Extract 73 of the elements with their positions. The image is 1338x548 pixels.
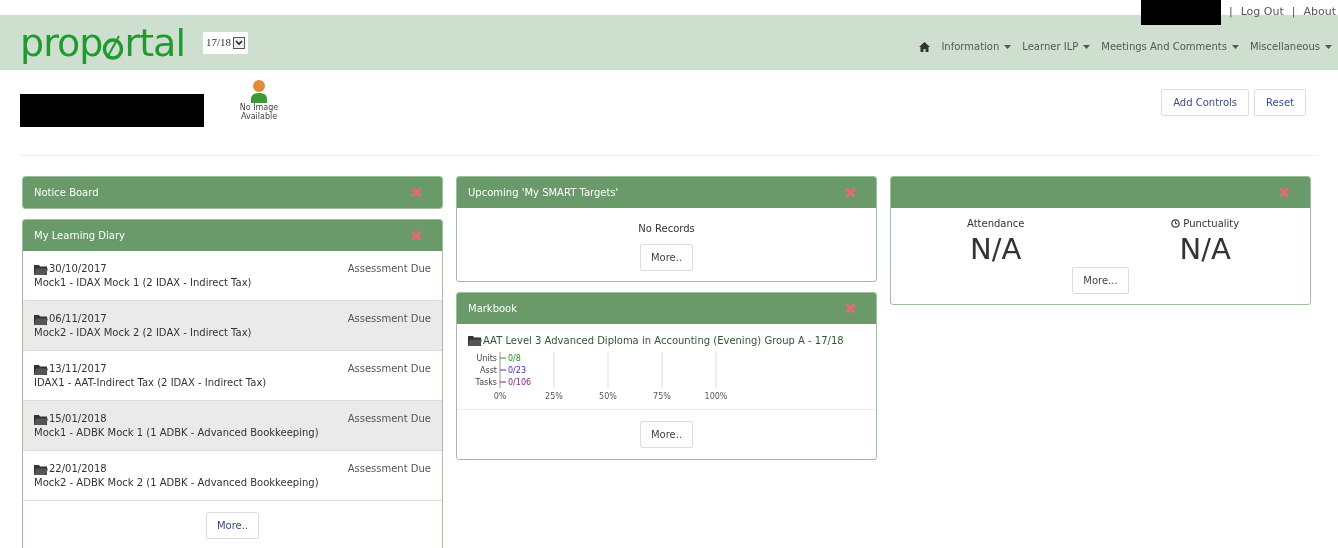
- home-icon[interactable]: [919, 41, 931, 52]
- entry-description: Mock1 - ADBK Mock 1 (1 ADBK - Advanced Bookkeeping): [34, 426, 320, 440]
- diary-entry[interactable]: 15/01/2018 Assessment Due Mock1 - ADBK Mock 1 (1 ADBK - Advanced Bookkeeping): [23, 401, 442, 451]
- stat-label: Attendance: [967, 217, 1025, 231]
- clock-icon: [1171, 219, 1181, 228]
- caret-icon: [1083, 44, 1091, 49]
- tick-label: 25%: [545, 392, 563, 401]
- value-label: 0/8: [508, 354, 521, 363]
- folder-icon: [34, 463, 48, 475]
- tick-label: 50%: [599, 392, 617, 401]
- user-avatar-icon: [251, 79, 267, 103]
- entry-description: Mock2 - IDAX Mock 2 (2 IDAX - Indirect Tax): [34, 326, 253, 340]
- entry-date: 13/11/2017: [49, 362, 107, 376]
- logo: prop rtal: [20, 23, 186, 62]
- more-button[interactable]: More..: [639, 421, 694, 448]
- folder-icon: [468, 335, 482, 346]
- entry-status: Assessment Due: [347, 262, 431, 276]
- entry-description: Mock1 - IDAX Mock 1 (2 IDAX - Indirect Tax): [34, 276, 253, 290]
- diary-entry[interactable]: 06/11/2017 Assessment Due Mock2 - IDAX Mock 2 (2 IDAX - Indirect Tax): [23, 301, 442, 351]
- folder-icon: [34, 263, 48, 275]
- entry-date: 15/01/2018: [49, 412, 107, 426]
- link-separator: |: [1228, 4, 1233, 21]
- caret-icon: [1231, 44, 1239, 49]
- tick-label: 0%: [493, 392, 507, 401]
- stat-value: N/A: [1179, 231, 1231, 267]
- stat-label: Punctuality: [1183, 217, 1240, 231]
- entry-status: Assessment Due: [347, 312, 431, 326]
- entry-status: Assessment Due: [347, 362, 431, 376]
- panel-title: My Learning Diary: [34, 229, 125, 243]
- top-link[interactable]: Log Out: [1240, 4, 1284, 21]
- toolbar-button[interactable]: Reset: [1254, 89, 1306, 116]
- entry-status: Assessment Due: [347, 412, 431, 426]
- nav-menu[interactable]: Learner ILP: [1022, 39, 1091, 54]
- tick-label: 75%: [653, 392, 671, 401]
- empty-message: No Records: [638, 222, 695, 236]
- folder-icon: [34, 413, 48, 425]
- panel-title: Upcoming 'My SMART Targets': [468, 186, 619, 200]
- tick-label: 100%: [704, 392, 728, 401]
- year-select[interactable]: 17/18: [203, 31, 249, 54]
- course-title: AAT Level 3 Advanced Diploma in Accounting (Evening) Group A - 17/18: [483, 334, 844, 348]
- nav-menu[interactable]: Information: [941, 39, 1012, 54]
- folder-icon: [34, 313, 48, 325]
- category-label: Asst: [480, 366, 497, 375]
- close-icon[interactable]: [411, 187, 422, 198]
- entry-description: IDAX1 - AAT-Indirect Tax (2 IDAX - Indirect Tax): [34, 376, 268, 390]
- entry-status: Assessment Due: [347, 462, 431, 476]
- entry-date: 22/01/2018: [49, 462, 107, 476]
- nav-menu[interactable]: Miscellaneous: [1249, 39, 1332, 54]
- stat-value: N/A: [970, 231, 1022, 267]
- close-icon[interactable]: [845, 303, 856, 314]
- more-button[interactable]: More...: [1072, 267, 1129, 294]
- top-link[interactable]: About: [1303, 4, 1336, 21]
- category-label: Tasks: [475, 378, 497, 387]
- toolbar-button[interactable]: Add Controls: [1161, 89, 1250, 116]
- link-separator: |: [1291, 4, 1296, 21]
- more-button[interactable]: More..: [205, 512, 260, 539]
- nav-menu[interactable]: Meetings And Comments: [1101, 39, 1239, 54]
- caret-icon: [1004, 44, 1012, 49]
- panel-title: Notice Board: [34, 186, 99, 200]
- category-label: Units: [476, 354, 497, 363]
- entry-date: 06/11/2017: [49, 312, 107, 326]
- close-icon[interactable]: [411, 230, 422, 241]
- caret-icon: [1325, 44, 1332, 49]
- entry-date: 30/10/2017: [49, 262, 107, 276]
- panel-title: Markbook: [468, 302, 518, 316]
- photo-caption: No Image Available: [238, 103, 280, 121]
- folder-icon: [34, 363, 48, 375]
- more-button[interactable]: More..: [639, 244, 694, 271]
- entry-description: Mock2 - ADBK Mock 2 (1 ADBK - Advanced Bookkeeping): [34, 476, 320, 490]
- value-label: 0/106: [508, 378, 532, 387]
- value-label: 0/23: [508, 366, 526, 375]
- close-icon[interactable]: [845, 187, 856, 198]
- close-icon[interactable]: [1279, 187, 1290, 198]
